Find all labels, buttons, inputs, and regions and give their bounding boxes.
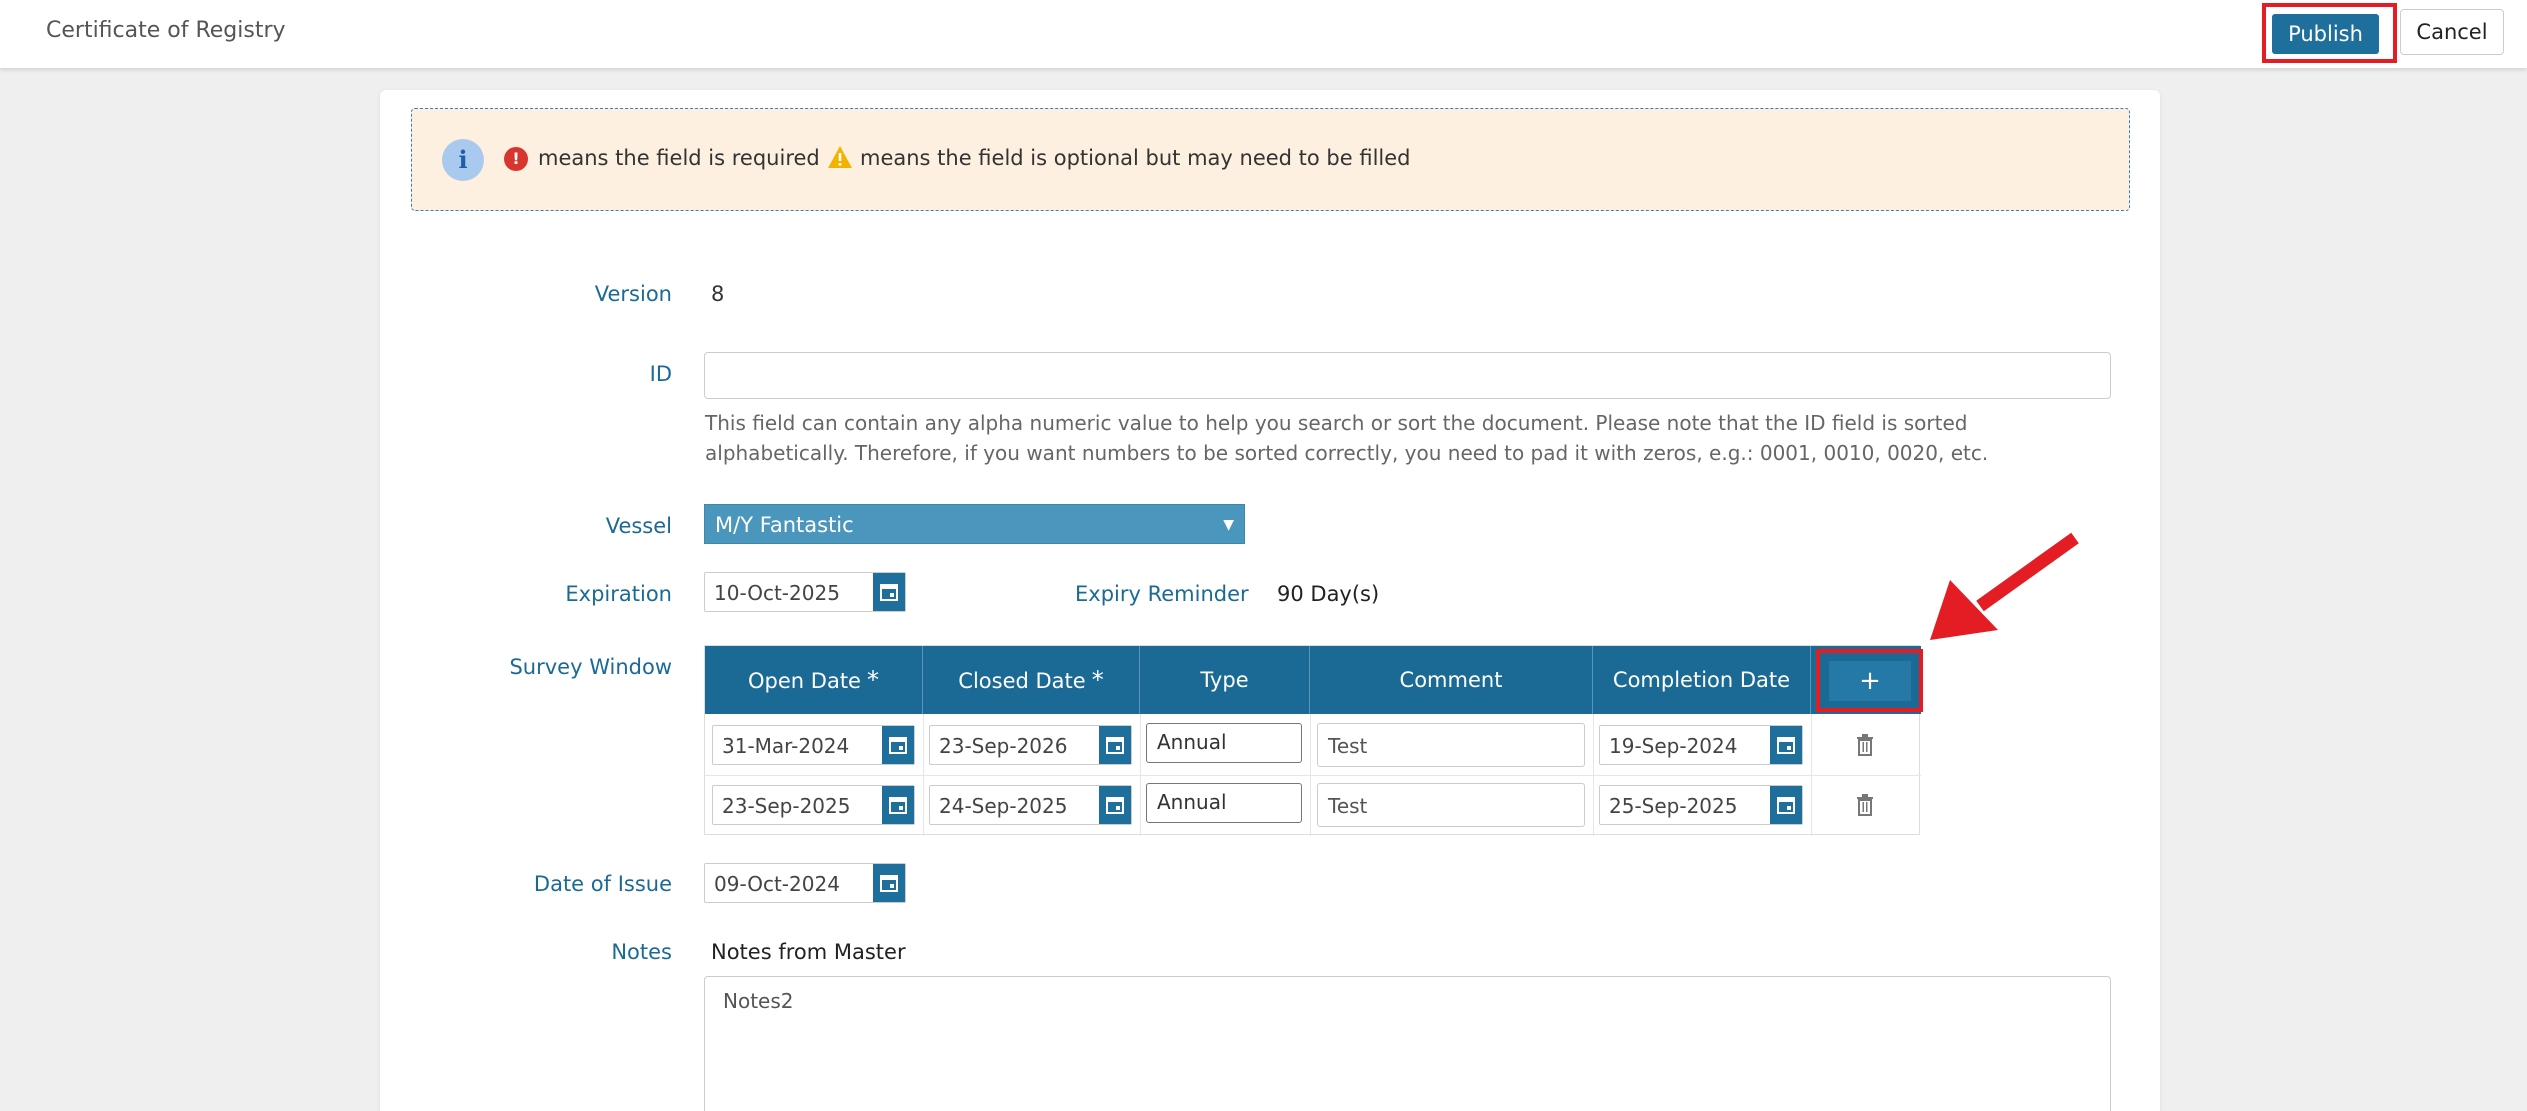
column-closed-date: Closed Date *: [923, 646, 1140, 714]
trash-icon[interactable]: [1856, 794, 1874, 816]
column-comment: Comment: [1310, 646, 1593, 714]
expiry-reminder-value: 90 Day(s): [1277, 582, 1380, 606]
date-of-issue-label: Date of Issue: [533, 872, 672, 896]
version-label: Version: [594, 282, 672, 306]
calendar-icon[interactable]: [873, 864, 905, 902]
page-title: Certificate of Registry: [46, 18, 286, 43]
calendar-icon[interactable]: [1099, 786, 1131, 824]
trash-icon[interactable]: [1856, 734, 1874, 756]
id-input[interactable]: [704, 352, 2111, 399]
required-icon: !: [504, 147, 528, 171]
survey-window-label: Survey Window: [509, 655, 672, 679]
caret-down-icon: ▼: [1223, 517, 1234, 533]
row-comment-input[interactable]: Test: [1317, 723, 1585, 767]
row-type-select[interactable]: Annual: [1146, 783, 1302, 823]
version-value: 8: [711, 282, 725, 306]
notes-label: Notes: [611, 940, 672, 964]
id-help-text: This field can contain any alpha numeric…: [705, 411, 1989, 465]
calendar-icon[interactable]: [882, 726, 914, 764]
calendar-icon[interactable]: [882, 786, 914, 824]
column-type: Type: [1140, 646, 1310, 714]
notes-textarea[interactable]: Notes2: [704, 976, 2111, 1111]
survey-table-header: Open Date * Closed Date * Type Comment Com…: [705, 646, 1921, 714]
calendar-icon[interactable]: [1099, 726, 1131, 764]
required-star-icon: *: [1091, 666, 1104, 694]
required-star-icon: *: [866, 666, 879, 694]
notes-from-master-label: Notes from Master: [711, 940, 906, 964]
calendar-icon[interactable]: [873, 573, 905, 611]
row-closed-date-field[interactable]: 24-Sep-2025: [929, 785, 1132, 825]
row-open-date-field[interactable]: 23-Sep-2025: [712, 785, 915, 825]
add-row-highlight-box: +: [1816, 649, 1923, 712]
row-open-date-field[interactable]: 31-Mar-2024: [712, 725, 915, 765]
expiration-date-field[interactable]: 10-Oct-2025: [704, 572, 906, 612]
publish-highlight-box: Publish: [2262, 3, 2397, 63]
vessel-selected-value: M/Y Fantastic: [715, 513, 854, 537]
row-comment-input[interactable]: Test: [1317, 783, 1585, 827]
row-completion-date-field[interactable]: 19-Sep-2024: [1599, 725, 1803, 765]
date-of-issue-field[interactable]: 09-Oct-2024: [704, 863, 906, 903]
id-label: ID: [649, 362, 672, 386]
publish-button[interactable]: Publish: [2272, 14, 2379, 54]
column-open-date: Open Date *: [705, 646, 923, 714]
vessel-select[interactable]: M/Y Fantastic ▼: [704, 504, 1245, 544]
optional-legend: means the field is optional but may need…: [860, 146, 1411, 170]
top-bar: Certificate of Registry Publish Cancel: [0, 0, 2527, 68]
row-closed-date-field[interactable]: 23-Sep-2026: [929, 725, 1132, 765]
info-icon: i: [442, 139, 484, 181]
info-banner: i ! means the field is required means th…: [411, 108, 2130, 211]
row-completion-date-field[interactable]: 25-Sep-2025: [1599, 785, 1803, 825]
vessel-label: Vessel: [605, 514, 672, 538]
annotation-arrow-icon: [1930, 532, 2079, 640]
expiration-label: Expiration: [565, 582, 672, 606]
warning-icon: [828, 146, 852, 168]
column-completion-date: Completion Date: [1593, 646, 1811, 714]
notes-value: Notes2: [723, 989, 794, 1013]
required-legend: means the field is required: [538, 146, 820, 170]
survey-window-table: Open Date * Closed Date * Type Comment Com…: [704, 645, 1923, 836]
calendar-icon[interactable]: [1770, 726, 1802, 764]
add-row-button[interactable]: +: [1829, 661, 1911, 701]
expiry-reminder-label: Expiry Reminder: [1075, 582, 1249, 606]
calendar-icon[interactable]: [1770, 786, 1802, 824]
cancel-button[interactable]: Cancel: [2400, 9, 2504, 55]
row-type-select[interactable]: Annual: [1146, 723, 1302, 763]
